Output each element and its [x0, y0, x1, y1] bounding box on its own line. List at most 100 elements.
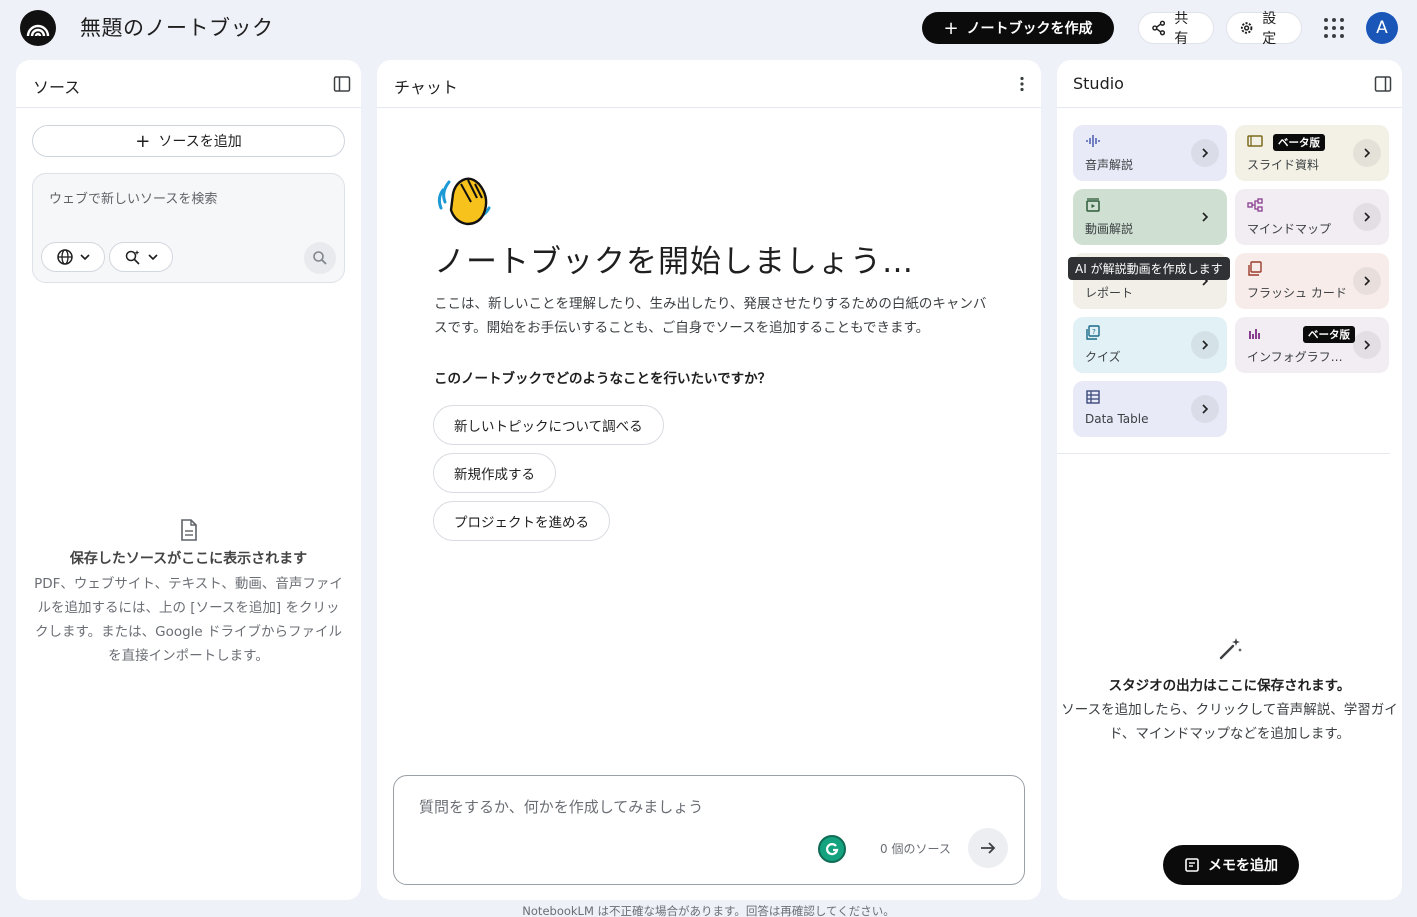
share-button[interactable]: 共有: [1138, 11, 1214, 47]
settings-label: 設定: [1262, 11, 1277, 47]
create-notebook-label: ノートブックを作成: [966, 21, 1093, 37]
sources-panel: ソース + ソースを追加 ウェブで新しいソースを検索 保存したソースがここに表示…: [16, 60, 361, 900]
quiz-icon: ?: [1086, 325, 1100, 340]
plus-icon: +: [135, 130, 151, 152]
studio-tile-audio-overview[interactable]: 音声解説: [1073, 125, 1227, 181]
chat-heading: ノートブックを開始しましょう…: [434, 244, 914, 280]
svg-text:?: ?: [1092, 328, 1096, 336]
chevron-down-icon: [80, 254, 90, 261]
add-note-button[interactable]: メモを追加: [1163, 845, 1299, 885]
audio-wave-icon: [1086, 135, 1100, 147]
tile-label: マインドマップ: [1247, 222, 1332, 236]
studio-tile-flashcards[interactable]: フラッシュ カード: [1235, 253, 1389, 309]
plus-icon: +: [943, 17, 959, 39]
studio-tile-video-overview[interactable]: 動画解説: [1073, 189, 1227, 245]
web-source-dropdown[interactable]: [41, 242, 105, 272]
mindmap-icon: [1247, 198, 1263, 212]
studio-tile-slides[interactable]: ベータ版 スライド資料: [1235, 125, 1389, 181]
studio-empty-body: ソースを追加したら、クリックして音声解説、学習ガイド、マインドマップなどを追加し…: [1061, 702, 1398, 742]
chevron-right-icon[interactable]: [1353, 139, 1381, 167]
tile-label: フラッシュ カード: [1247, 286, 1347, 300]
studio-empty-state: スタジオの出力はここに保存されます。 ソースを追加したら、クリックして音声解説、…: [1057, 636, 1402, 746]
waving-hand-icon: [437, 177, 491, 226]
chevron-right-icon[interactable]: [1191, 331, 1219, 359]
share-icon: [1152, 20, 1166, 36]
apps-grid-icon[interactable]: [1322, 16, 1346, 40]
suggestion-chip[interactable]: 新しいトピックについて調べる: [433, 405, 664, 445]
chevron-right-icon[interactable]: [1191, 203, 1219, 231]
document-icon: [180, 519, 197, 541]
notebooklm-logo-icon[interactable]: [20, 10, 56, 46]
studio-header: Studio: [1057, 60, 1402, 108]
note-icon: [1185, 858, 1199, 872]
chevron-right-icon[interactable]: [1353, 203, 1381, 231]
sources-empty-title: 保存したソースがここに表示されます: [69, 551, 308, 567]
source-count: 0 個のソース: [880, 842, 951, 856]
tile-label: Data Table: [1085, 412, 1149, 426]
video-icon: [1086, 198, 1100, 212]
chat-panel: チャット ノートブックを開始しましょう… ここは、新しいことを理解したり、生み出…: [377, 60, 1041, 900]
grammarly-icon[interactable]: [818, 835, 846, 863]
top-bar: 無題のノートブック + ノートブックを作成 共有 設定 A: [0, 0, 1417, 56]
tooltip: AI が解説動画を作成します: [1068, 257, 1230, 280]
tile-label: インフォグラフ…: [1247, 350, 1343, 364]
collapse-panel-icon[interactable]: [1374, 75, 1392, 93]
studio-tile-infographic[interactable]: ベータ版 インフォグラフ…: [1235, 317, 1389, 373]
chat-header: チャット: [377, 60, 1041, 108]
table-icon: [1086, 390, 1100, 404]
create-notebook-button[interactable]: + ノートブックを作成: [922, 12, 1114, 44]
chevron-right-icon[interactable]: [1191, 139, 1219, 167]
suggestion-chip[interactable]: プロジェクトを進める: [433, 501, 610, 541]
share-label: 共有: [1174, 11, 1189, 47]
sources-header: ソース: [16, 60, 361, 108]
flashcard-icon: [1248, 261, 1262, 276]
chat-title: チャット: [394, 78, 458, 97]
chat-description: ここは、新しいことを理解したり、生み出したり、発展させたりするための白紙のキャン…: [434, 296, 987, 336]
search-input[interactable]: ウェブで新しいソースを検索: [49, 188, 217, 207]
studio-tile-data-table[interactable]: Data Table: [1073, 381, 1227, 437]
magic-wand-icon: [1219, 638, 1242, 660]
research-mode-dropdown[interactable]: [109, 242, 173, 272]
chat-composer: 質問をするか、何かを作成してみましょう 0 個のソース: [393, 775, 1025, 885]
add-note-label: メモを追加: [1208, 858, 1278, 874]
footer-disclaimer: NotebookLM は不正確な場合があります。回答は再確認してください。: [522, 904, 895, 917]
tile-label: クイズ: [1085, 350, 1121, 364]
gear-icon: [1240, 22, 1253, 34]
sources-title: ソース: [33, 78, 81, 97]
search-icon: [313, 251, 327, 265]
beta-badge: ベータ版: [1273, 134, 1325, 151]
tile-label: 動画解説: [1085, 222, 1134, 236]
add-source-button[interactable]: + ソースを追加: [32, 125, 345, 157]
slides-icon: [1247, 135, 1263, 147]
tile-label: スライド資料: [1247, 158, 1320, 172]
sources-empty-state: 保存したソースがここに表示されます PDF、ウェブサイト、テキスト、動画、音声フ…: [32, 518, 345, 668]
arrow-right-icon: [981, 842, 996, 854]
chevron-right-icon[interactable]: [1353, 267, 1381, 295]
suggestion-chip[interactable]: 新規作成する: [433, 453, 556, 493]
send-button[interactable]: [968, 828, 1008, 868]
sparkle-search-icon: [125, 250, 140, 265]
search-submit-button[interactable]: [304, 242, 336, 274]
sources-empty-body: PDF、ウェブサイト、テキスト、動画、音声ファイルを追加するには、上の [ソース…: [34, 576, 343, 664]
beta-badge: ベータ版: [1303, 326, 1355, 343]
divider: [1057, 453, 1390, 454]
studio-tile-quiz[interactable]: ? クイズ: [1073, 317, 1227, 373]
chevron-down-icon: [148, 254, 158, 261]
more-vert-icon[interactable]: [1013, 75, 1031, 93]
web-search-box: ウェブで新しいソースを検索: [32, 173, 345, 283]
collapse-panel-icon[interactable]: [333, 75, 351, 93]
avatar[interactable]: A: [1366, 12, 1398, 44]
chat-question: このノートブックでどのようなことを行いたいですか？: [434, 371, 772, 387]
studio-panel: Studio 音声解説 ベータ版 スライド資料 動画解説 マインドマップ レポー…: [1057, 60, 1402, 900]
tile-label: 音声解説: [1085, 158, 1134, 172]
chevron-right-icon[interactable]: [1353, 331, 1381, 359]
chat-input[interactable]: 質問をするか、何かを作成してみましょう: [419, 796, 703, 817]
settings-button[interactable]: 設定: [1226, 11, 1302, 47]
notebook-title[interactable]: 無題のノートブック: [80, 12, 274, 42]
studio-title: Studio: [1073, 74, 1124, 93]
add-source-label: ソースを追加: [158, 134, 242, 150]
studio-tile-mindmap[interactable]: マインドマップ: [1235, 189, 1389, 245]
tile-label: レポート: [1085, 286, 1134, 300]
chevron-right-icon[interactable]: [1191, 395, 1219, 423]
globe-icon: [57, 249, 73, 265]
